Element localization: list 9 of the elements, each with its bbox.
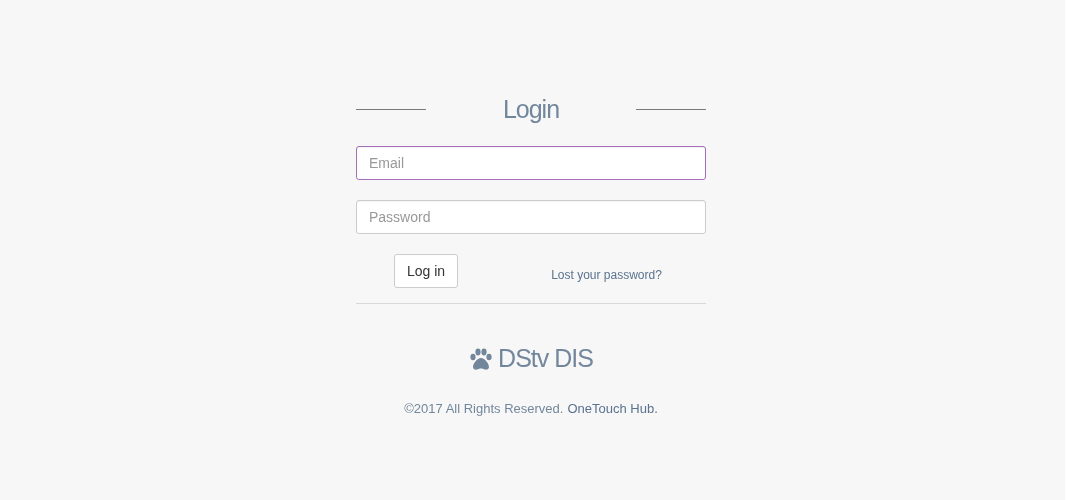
brand-name: DStv DIS xyxy=(498,344,593,373)
login-title: Login xyxy=(502,94,560,124)
paw-icon xyxy=(469,347,494,370)
company-link[interactable]: OneTouch Hub. xyxy=(567,401,658,416)
input-field[interactable]: Password xyxy=(356,200,706,234)
copyright-text: ©2017 All Rights Reserved. xyxy=(404,401,564,416)
lost-password-link[interactable]: Lost your password? xyxy=(551,268,662,282)
input-field[interactable]: Email xyxy=(356,146,706,180)
login-button[interactable]: Log in xyxy=(394,254,459,288)
